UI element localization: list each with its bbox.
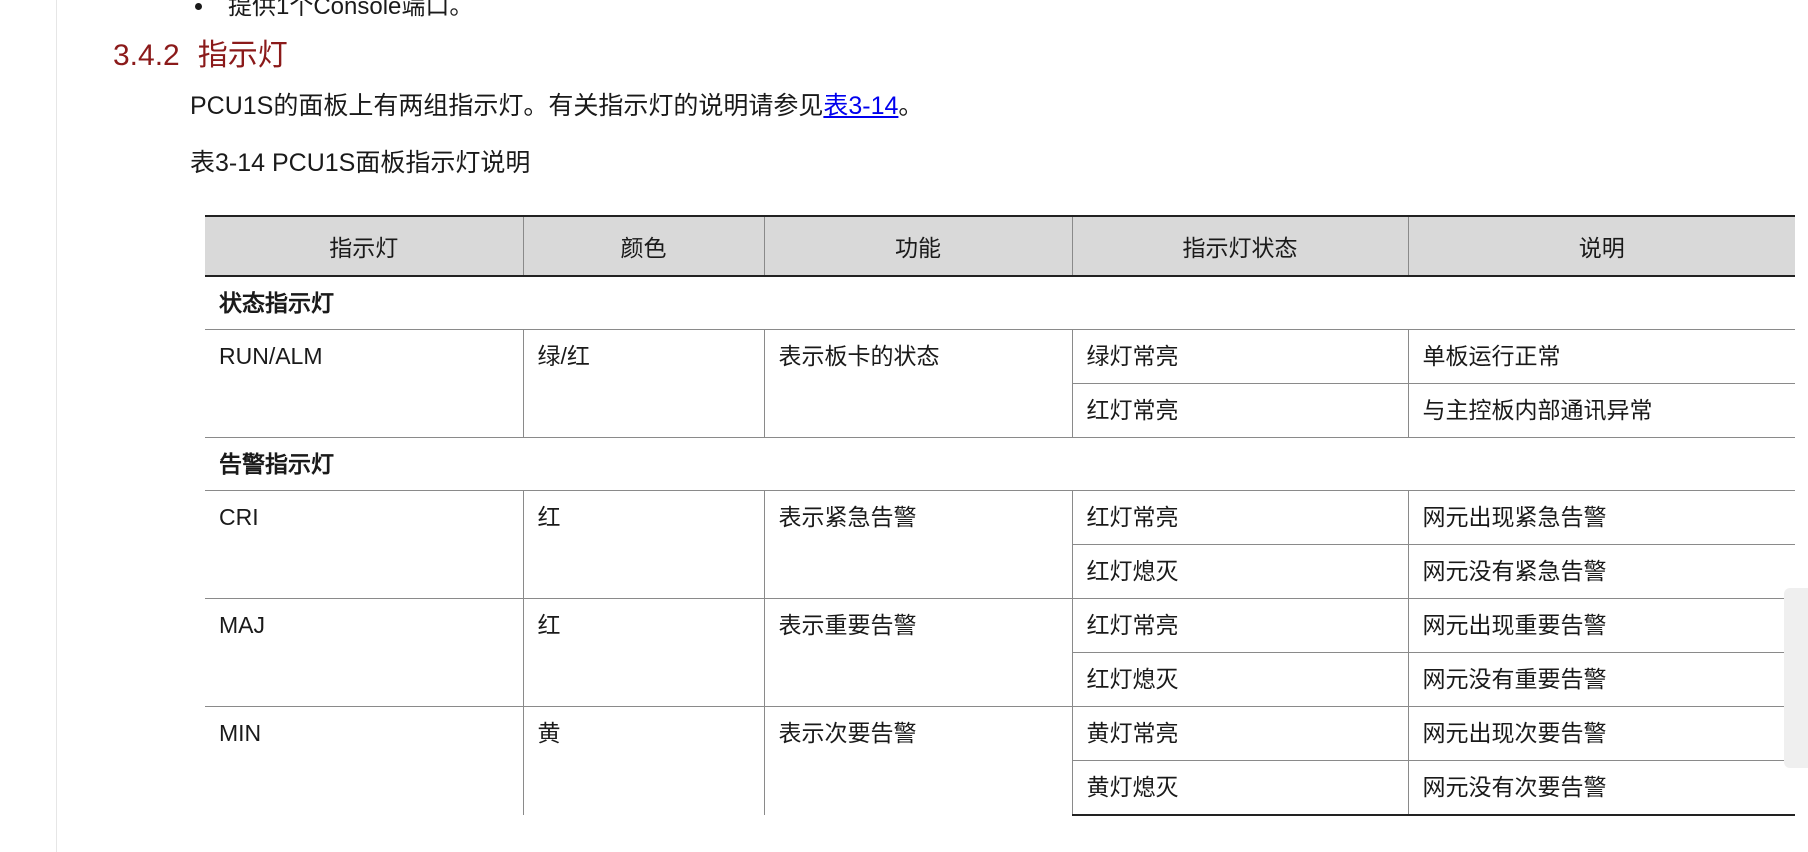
cell-function: 表示次要告警 bbox=[763, 706, 1072, 815]
cell-function: 表示板卡的状态 bbox=[763, 329, 1072, 438]
cell-state: 红灯熄灭 bbox=[1071, 652, 1408, 707]
intro-paragraph: PCU1S的面板上有两组指示灯。有关指示灯的说明请参见表3-14。 bbox=[190, 86, 923, 122]
section-title: 指示灯 bbox=[197, 39, 288, 72]
cell-color: 绿/红 bbox=[522, 329, 764, 438]
cell-description: 网元出现紧急告警 bbox=[1407, 490, 1795, 545]
cell-state: 红灯常亮 bbox=[1071, 490, 1408, 545]
group-row: 状态指示灯 bbox=[205, 275, 1795, 330]
cell-state: 红灯常亮 bbox=[1071, 598, 1408, 653]
cell-description: 网元没有次要告警 bbox=[1407, 760, 1795, 816]
group-label-status: 状态指示灯 bbox=[205, 275, 1795, 330]
table-row: CRI 红 表示紧急告警 红灯常亮 网元出现紧急告警 bbox=[205, 490, 1795, 599]
table-row: RUN/ALM 绿/红 表示板卡的状态 绿灯常亮 单板运行正常 bbox=[205, 329, 1795, 438]
cell-color: 黄 bbox=[522, 706, 764, 815]
group-row: 告警指示灯 bbox=[205, 437, 1795, 491]
bullet-text: 提供1个Console端口。 bbox=[228, 0, 474, 20]
intro-suffix: 。 bbox=[898, 92, 924, 120]
cell-description: 与主控板内部通讯异常 bbox=[1407, 383, 1795, 438]
page-left-rule bbox=[56, 0, 57, 852]
table-reference-link[interactable]: 表3-14 bbox=[823, 92, 898, 120]
cell-description: 网元没有紧急告警 bbox=[1407, 544, 1795, 599]
header-function: 功能 bbox=[763, 215, 1072, 277]
cell-indicator: MIN bbox=[205, 706, 523, 815]
header-state: 指示灯状态 bbox=[1071, 215, 1408, 277]
table-row: MIN 黄 表示次要告警 黄灯常亮 网元出现次要告警 bbox=[205, 706, 1795, 815]
cell-state: 红灯常亮 bbox=[1071, 383, 1408, 438]
header-description: 说明 bbox=[1407, 215, 1795, 277]
cell-function: 表示重要告警 bbox=[763, 598, 1072, 707]
header-indicator: 指示灯 bbox=[205, 215, 523, 277]
intro-text: PCU1S的面板上有两组指示灯。有关指示灯的说明请参见 bbox=[190, 92, 824, 120]
table-caption: 表3-14 PCU1S面板指示灯说明 bbox=[190, 149, 531, 177]
cell-description: 网元没有重要告警 bbox=[1407, 652, 1795, 707]
table-header-row: 指示灯 颜色 功能 指示灯状态 说明 bbox=[205, 215, 1795, 277]
scroll-handle[interactable] bbox=[1784, 588, 1808, 768]
cell-color: 红 bbox=[522, 598, 764, 707]
cell-description: 单板运行正常 bbox=[1407, 329, 1795, 384]
cell-indicator: MAJ bbox=[205, 598, 523, 707]
cell-color: 红 bbox=[522, 490, 764, 599]
cell-indicator: CRI bbox=[205, 490, 523, 599]
cell-function: 表示紧急告警 bbox=[763, 490, 1072, 599]
cell-description: 网元出现重要告警 bbox=[1407, 598, 1795, 653]
table-row: MAJ 红 表示重要告警 红灯常亮 网元出现重要告警 bbox=[205, 598, 1795, 707]
section-number: 3.4.2 bbox=[113, 39, 180, 72]
section-heading: 3.4.2 指示灯 bbox=[113, 30, 288, 74]
group-label-alarm: 告警指示灯 bbox=[205, 437, 1795, 491]
indicator-table: 指示灯 颜色 功能 指示灯状态 说明 状态指示灯 RUN/ALM 绿/红 表示板… bbox=[205, 215, 1795, 816]
cell-description: 网元出现次要告警 bbox=[1407, 706, 1795, 761]
cell-state: 黄灯常亮 bbox=[1071, 706, 1408, 761]
cell-indicator: RUN/ALM bbox=[205, 329, 523, 438]
cell-state: 黄灯熄灭 bbox=[1071, 760, 1408, 816]
cell-state: 红灯熄灭 bbox=[1071, 544, 1408, 599]
header-color: 颜色 bbox=[522, 215, 764, 277]
bullet-dot-icon bbox=[195, 3, 202, 10]
cell-state: 绿灯常亮 bbox=[1071, 329, 1408, 384]
bullet-item: 提供1个Console端口。 bbox=[195, 0, 473, 21]
